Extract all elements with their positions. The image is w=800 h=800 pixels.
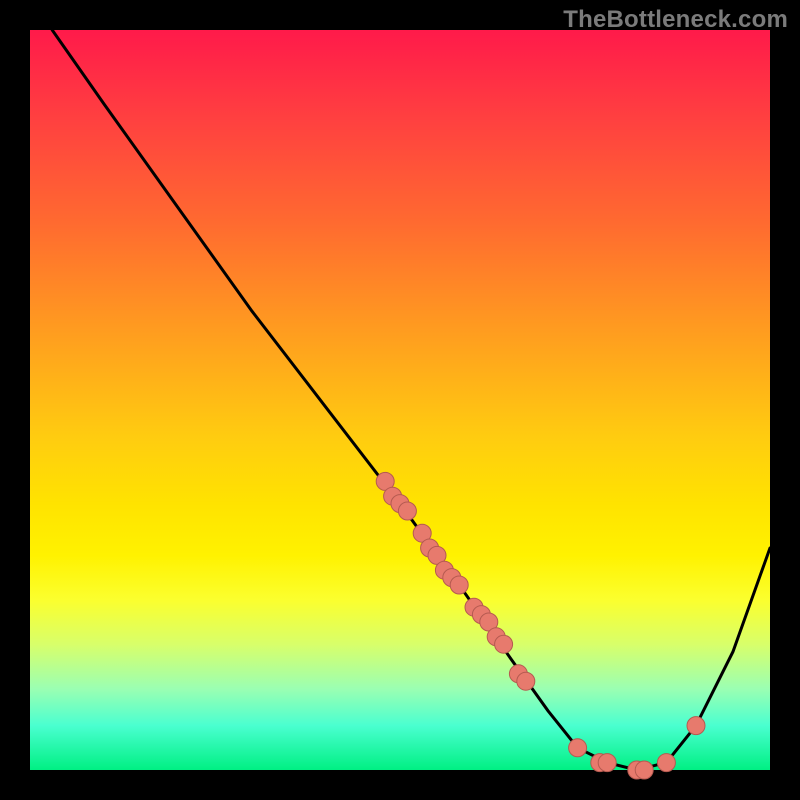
plot-area: [30, 30, 770, 770]
data-marker: [687, 717, 705, 735]
chart-svg: [30, 30, 770, 770]
data-marker: [517, 672, 535, 690]
watermark-text: TheBottleneck.com: [563, 6, 788, 34]
data-marker: [569, 739, 587, 757]
data-marker: [398, 502, 416, 520]
bottleneck-curve: [52, 30, 770, 770]
chart-frame: TheBottleneck.com: [0, 0, 800, 800]
data-marker: [598, 754, 616, 772]
data-marker: [495, 635, 513, 653]
data-marker: [635, 761, 653, 779]
scatter-markers: [376, 472, 705, 779]
data-marker: [657, 754, 675, 772]
data-marker: [450, 576, 468, 594]
